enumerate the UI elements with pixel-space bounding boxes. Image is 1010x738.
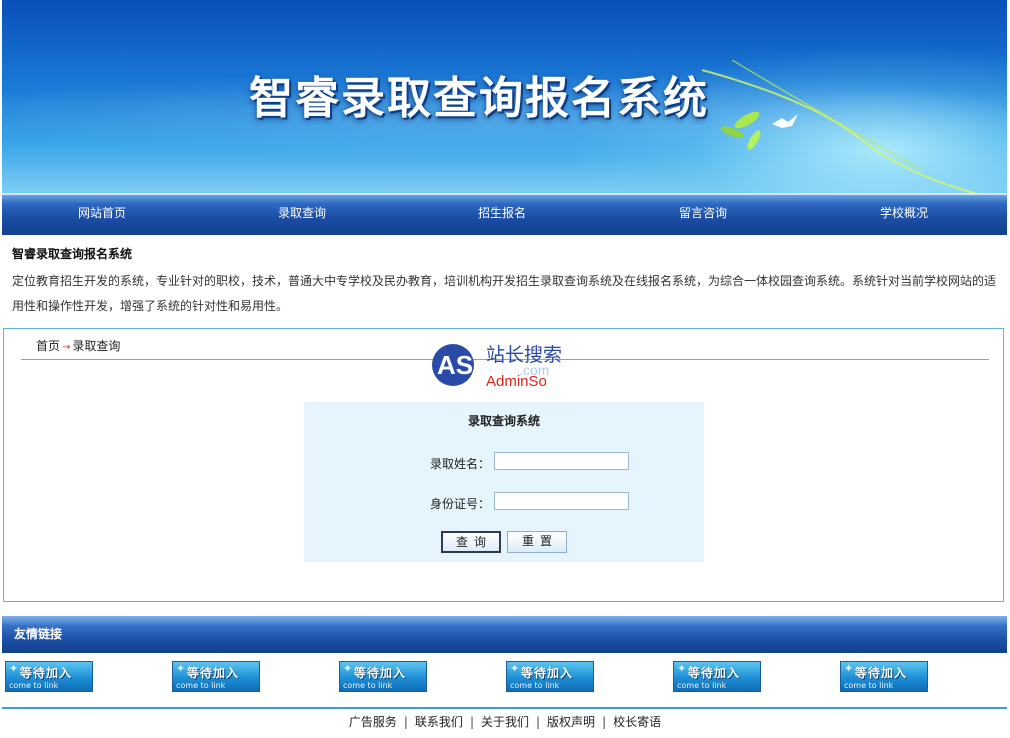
bird-branch-decoration bbox=[701, 60, 978, 193]
friend-links-title: 友情链接 bbox=[14, 627, 63, 641]
star-icon: ✦ bbox=[677, 662, 687, 675]
footer-link-about[interactable]: 关于我们 bbox=[481, 715, 529, 729]
name-input[interactable] bbox=[494, 452, 629, 470]
badge-subtext: come to link bbox=[677, 681, 727, 690]
reset-button[interactable]: 重置 bbox=[507, 531, 567, 553]
footer-divider bbox=[2, 707, 1007, 709]
footer-link-contact[interactable]: 联系我们 bbox=[415, 715, 463, 729]
nav-item-school-overview[interactable]: 学校概况 bbox=[804, 195, 1004, 233]
query-button[interactable]: 查询 bbox=[441, 531, 501, 553]
query-panel: 首页 → 录取查询 AS 站长搜索 .com AdminSo 录取查询系统 录取姓名… bbox=[3, 328, 1004, 602]
friend-link-badge[interactable]: ✦ 等待加入 come to link bbox=[172, 661, 260, 692]
nav-item-message[interactable]: 留言咨询 bbox=[603, 195, 803, 233]
star-icon: ✦ bbox=[343, 662, 353, 675]
badge-text: 等待加入 bbox=[20, 666, 73, 680]
badge-text: 等待加入 bbox=[354, 666, 407, 680]
form-title: 录取查询系统 bbox=[467, 414, 540, 428]
intro-title: 智睿录取查询报名系统 bbox=[12, 247, 133, 261]
friend-link-badge[interactable]: ✦ 等待加入 come to link bbox=[506, 661, 594, 692]
intro-section: 智睿录取查询报名系统 定位教育招生开发的系统，专业针对的职校，技术，普通大中专学… bbox=[12, 245, 1002, 319]
id-row: 身份证号： bbox=[304, 492, 704, 512]
nav-item-home[interactable]: 网站首页 bbox=[2, 195, 202, 233]
nav-item-admission-query[interactable]: 录取查询 bbox=[202, 195, 402, 233]
watermark-en: AdminSo bbox=[486, 373, 547, 390]
footer-link-copyright[interactable]: 版权声明 bbox=[547, 715, 595, 729]
footer-separator: | bbox=[536, 715, 541, 729]
footer-separator: | bbox=[469, 715, 474, 729]
footer-links: 广告服务 | 联系我们 | 关于我们 | 版权声明 | 校长寄语 bbox=[0, 713, 1010, 730]
adminso-watermark-logo: AS 站长搜索 .com AdminSo bbox=[432, 344, 562, 390]
star-icon: ✦ bbox=[844, 662, 854, 675]
breadcrumb: 首页 → 录取查询 bbox=[36, 337, 120, 354]
badge-text: 等待加入 bbox=[855, 666, 908, 680]
footer-separator: | bbox=[602, 715, 607, 729]
friend-link-badge[interactable]: ✦ 等待加入 come to link bbox=[5, 661, 93, 692]
id-label: 身份证号： bbox=[429, 497, 490, 511]
name-label: 录取姓名： bbox=[429, 457, 490, 471]
footer-link-ads[interactable]: 广告服务 bbox=[349, 715, 397, 729]
intro-text: 定位教育招生开发的系统，专业针对的职校，技术，普通大中专学校及民办教育，培训机构… bbox=[12, 274, 997, 313]
star-icon: ✦ bbox=[510, 662, 520, 675]
header-banner: 智睿录取查询报名系统 bbox=[2, 0, 1007, 193]
breadcrumb-home-link[interactable]: 首页 bbox=[36, 339, 60, 353]
badge-subtext: come to link bbox=[844, 681, 894, 690]
id-number-input[interactable] bbox=[494, 492, 629, 510]
star-icon: ✦ bbox=[176, 662, 186, 675]
badge-text: 等待加入 bbox=[688, 666, 741, 680]
nav-item-enrollment[interactable]: 招生报名 bbox=[402, 195, 602, 233]
watermark-mark: AS bbox=[437, 350, 473, 380]
breadcrumb-arrow-icon: → bbox=[62, 342, 71, 353]
badge-subtext: come to link bbox=[176, 681, 226, 690]
friend-links-header: 友情链接 bbox=[2, 616, 1007, 653]
friend-link-badge[interactable]: ✦ 等待加入 come to link bbox=[840, 661, 928, 692]
friend-link-badge[interactable]: ✦ 等待加入 come to link bbox=[339, 661, 427, 692]
star-icon: ✦ bbox=[9, 662, 19, 675]
friend-link-badge[interactable]: ✦ 等待加入 come to link bbox=[673, 661, 761, 692]
site-title: 智睿录取查询报名系统 bbox=[249, 73, 709, 124]
footer-link-principal[interactable]: 校长寄语 bbox=[613, 715, 661, 729]
footer-separator: | bbox=[403, 715, 408, 729]
badge-text: 等待加入 bbox=[521, 666, 574, 680]
main-nav: 网站首页 录取查询 招生报名 留言咨询 学校概况 bbox=[2, 193, 1007, 235]
badge-subtext: come to link bbox=[9, 681, 59, 690]
badge-text: 等待加入 bbox=[187, 666, 240, 680]
friend-links-list: ✦ 等待加入 come to link ✦ 等待加入 come to link … bbox=[5, 661, 1005, 693]
breadcrumb-current: 录取查询 bbox=[72, 339, 121, 353]
name-row: 录取姓名： bbox=[304, 452, 704, 472]
admission-query-form: 录取查询系统 录取姓名： 身份证号： 查询 重置 bbox=[304, 402, 704, 562]
badge-subtext: come to link bbox=[343, 681, 393, 690]
badge-subtext: come to link bbox=[510, 681, 560, 690]
